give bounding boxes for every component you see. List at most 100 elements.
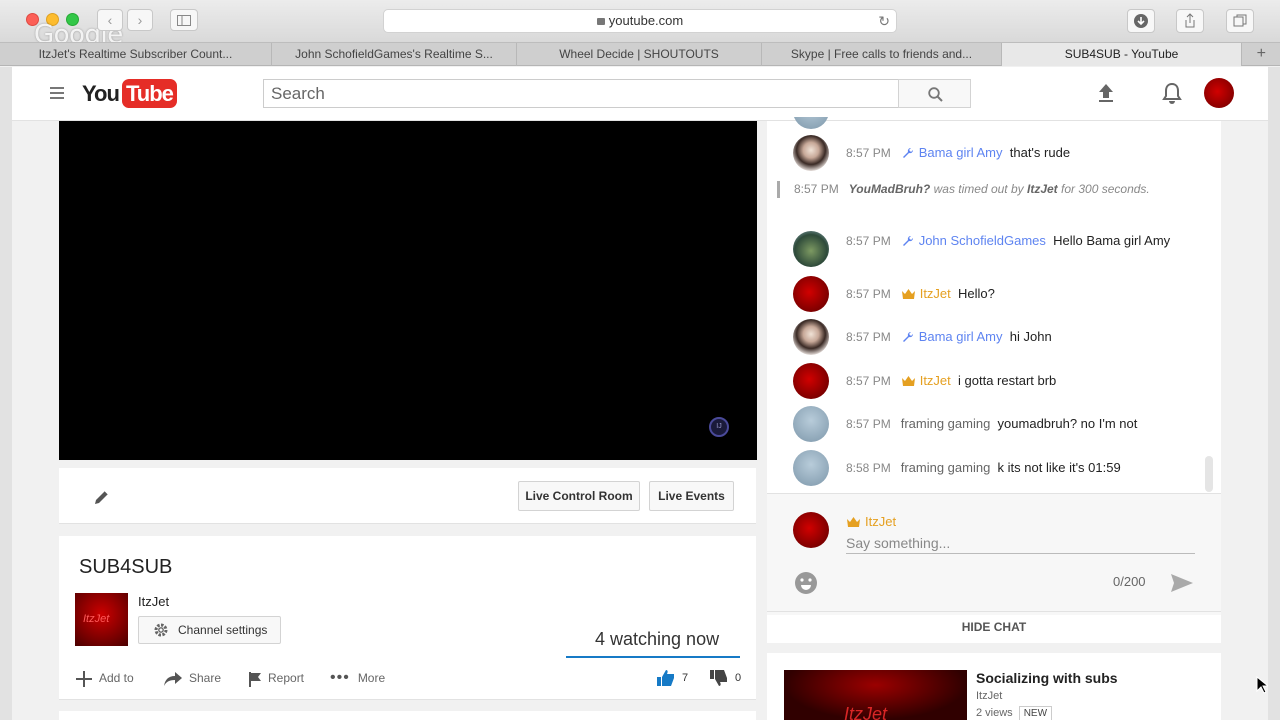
video-player[interactable]: IJ xyxy=(59,121,757,460)
search-button[interactable] xyxy=(898,79,971,108)
page-gutter-right xyxy=(1268,67,1280,720)
chat-system-message: 8:57 PM YouMadBruh? was timed out by Itz… xyxy=(777,181,1187,198)
chat-author[interactable]: framing gaming xyxy=(901,416,991,431)
flag-icon xyxy=(249,671,261,687)
chat-avatar[interactable] xyxy=(793,135,829,171)
pencil-icon[interactable] xyxy=(93,488,111,506)
chat-author[interactable]: Bama girl Amy xyxy=(919,329,1003,344)
channel-settings-button[interactable]: Channel settings xyxy=(138,616,281,644)
logo-you-text: You xyxy=(82,81,120,106)
chat-text: i gotta restart brb xyxy=(958,373,1057,388)
like-button[interactable]: 7 xyxy=(656,669,688,687)
chat-avatar[interactable] xyxy=(793,319,829,355)
sidebar-toggle-button[interactable] xyxy=(170,9,198,31)
gear-icon xyxy=(154,623,168,637)
tab-skype[interactable]: Skype | Free calls to friends and... xyxy=(762,43,1002,66)
system-time: 8:57 PM xyxy=(794,182,839,196)
video-title: SUB4SUB xyxy=(79,556,173,578)
notifications-bell-icon[interactable] xyxy=(1162,82,1182,104)
channel-watermark-icon[interactable]: IJ xyxy=(709,417,729,437)
tab-sub4sub[interactable]: SUB4SUB - YouTube xyxy=(1002,43,1242,66)
add-to-button[interactable]: Add to xyxy=(75,668,134,688)
live-events-button[interactable]: Live Events xyxy=(649,481,734,511)
chat-avatar[interactable] xyxy=(793,363,829,399)
character-counter: 0/200 xyxy=(1113,574,1146,589)
chat-author[interactable]: ItzJet xyxy=(920,373,951,388)
wrench-moderator-icon xyxy=(902,235,913,246)
tab-john-sub-count[interactable]: John SchofieldGames's Realtime S... xyxy=(272,43,517,66)
search-input[interactable]: Search xyxy=(263,79,899,108)
dislike-button[interactable]: 0 xyxy=(709,669,741,687)
related-views-count: 2 views xyxy=(976,707,1013,719)
system-tail: for 300 seconds. xyxy=(1061,182,1150,196)
plus-icon: + xyxy=(1256,45,1266,62)
chat-time: 8:57 PM xyxy=(846,417,891,431)
chat-time: 8:57 PM xyxy=(846,146,891,160)
system-user: YouMadBruh? xyxy=(848,182,931,196)
tab-label: ItzJet's Realtime Subscriber Count... xyxy=(38,47,233,61)
chat-time: 8:57 PM xyxy=(846,330,891,344)
account-avatar[interactable] xyxy=(1204,78,1234,108)
share-label: Share xyxy=(189,671,222,685)
chat-message-body: 8:57 PM ItzJet Hello? xyxy=(846,285,1191,303)
channel-thumbnail[interactable]: ItzJet xyxy=(75,593,128,646)
address-bar[interactable]: youtube.com ↻ xyxy=(383,9,897,33)
mouse-cursor-icon xyxy=(1256,676,1268,694)
share-button[interactable]: Share xyxy=(163,668,221,688)
youtube-header: You Tube Search xyxy=(12,67,1268,121)
chat-composer: ItzJet Say something... 0/200 xyxy=(767,493,1221,615)
new-tab-button[interactable]: + xyxy=(1257,43,1266,65)
chat-avatar[interactable] xyxy=(793,231,829,267)
emoji-icon[interactable] xyxy=(794,571,818,595)
chat-author[interactable]: John SchofieldGames xyxy=(919,233,1046,248)
chat-message-input[interactable]: Say something... xyxy=(846,532,1195,554)
forward-button[interactable]: › xyxy=(127,9,153,31)
chat-text: Hello Bama girl Amy xyxy=(1053,233,1171,248)
send-icon[interactable] xyxy=(1170,573,1194,593)
crown-owner-icon xyxy=(847,516,860,527)
chat-scrollbar[interactable] xyxy=(1205,456,1213,492)
chat-avatar[interactable] xyxy=(793,450,829,486)
watching-bar-fill xyxy=(566,656,740,658)
chat-avatar[interactable] xyxy=(793,406,829,442)
back-button[interactable]: ‹ xyxy=(97,9,123,31)
related-video-views: 2 views NEW xyxy=(976,706,1053,720)
chat-message-cut xyxy=(767,117,1207,129)
system-by: ItzJet xyxy=(1027,182,1058,196)
report-button[interactable]: Report xyxy=(248,668,304,688)
related-video-title[interactable]: Socializing with subs xyxy=(976,670,1118,686)
add-to-label: Add to xyxy=(99,671,134,685)
share-page-button[interactable] xyxy=(1176,9,1204,33)
chat-message-body: 8:57 PM Bama girl Amy hi John xyxy=(846,328,1191,346)
logo-tube-text: Tube xyxy=(122,79,177,108)
chat-avatar[interactable] xyxy=(793,276,829,312)
crown-owner-icon xyxy=(901,375,915,386)
more-label: More xyxy=(357,671,386,685)
tabs-icon xyxy=(1233,14,1247,27)
chat-author[interactable]: Bama girl Amy xyxy=(919,145,1003,160)
menu-icon[interactable] xyxy=(50,87,64,99)
chat-author[interactable]: framing gaming xyxy=(901,460,991,475)
more-button[interactable]: ••• More xyxy=(330,668,385,688)
tab-itzjet-sub-count[interactable]: ItzJet's Realtime Subscriber Count... xyxy=(0,43,272,66)
wrench-moderator-icon xyxy=(902,331,913,342)
chat-message-body: 8:57 PM Bama girl Amy that's rude xyxy=(846,144,1191,162)
chat-time: 8:57 PM xyxy=(846,287,891,301)
downloads-button[interactable] xyxy=(1127,9,1155,33)
related-thumb-text: ItzJet xyxy=(844,704,888,720)
tab-label: Skype | Free calls to friends and... xyxy=(790,47,973,61)
upload-icon[interactable] xyxy=(1097,83,1115,103)
crown-owner-icon xyxy=(901,288,915,299)
related-video-thumbnail[interactable]: ItzJet xyxy=(784,670,967,720)
composer-author-name: ItzJet xyxy=(865,514,897,529)
related-video-item[interactable]: ItzJet Socializing with subs ItzJet 2 vi… xyxy=(767,653,1221,720)
tabs-overview-button[interactable] xyxy=(1226,9,1254,33)
watching-bar xyxy=(566,656,740,658)
channel-name[interactable]: ItzJet xyxy=(138,594,169,609)
reload-icon[interactable]: ↻ xyxy=(878,10,890,32)
hide-chat-button[interactable]: HIDE CHAT xyxy=(767,611,1221,643)
live-control-room-button[interactable]: Live Control Room xyxy=(518,481,640,511)
tab-wheel-decide[interactable]: Wheel Decide | SHOUTOUTS xyxy=(517,43,762,66)
chat-author[interactable]: ItzJet xyxy=(920,286,951,301)
chat-text: youmadbruh? no I'm not xyxy=(997,416,1138,431)
